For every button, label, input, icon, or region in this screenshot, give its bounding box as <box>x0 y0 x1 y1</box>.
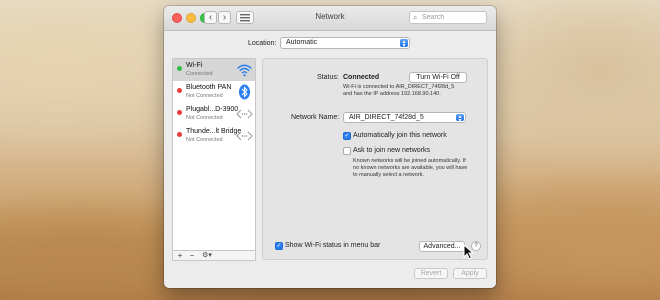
service-list: Wi-Fi Connected Bluetooth PAN Not Connec… <box>172 58 256 260</box>
service-item-plugable[interactable]: Plugabl...D-3900 Not Connected <box>173 103 255 125</box>
ethernet-arrows-icon <box>236 109 253 119</box>
add-service-button[interactable]: + <box>175 251 185 260</box>
service-status: Connected <box>186 71 213 77</box>
status-value: Connected <box>343 74 380 81</box>
status-dot <box>177 132 182 137</box>
apply-button[interactable]: Apply <box>453 268 487 279</box>
service-status: Not Connected <box>186 137 223 143</box>
ask-join-description-line-1: Known networks will be joined automatica… <box>353 158 466 164</box>
remove-service-button[interactable]: − <box>187 251 197 260</box>
service-item-wifi[interactable]: Wi-Fi Connected <box>173 59 255 81</box>
checkmark-icon: ✓ <box>344 133 350 139</box>
ask-join-label: Ask to join new networks <box>353 147 431 154</box>
title-bar: ‹ › Network ⌕ <box>164 6 496 31</box>
service-status: Not Connected <box>186 93 223 99</box>
wifi-icon <box>237 64 252 77</box>
auto-join-label: Automatically join this network <box>353 132 447 139</box>
popup-arrows-icon: ▲ ▼ <box>400 39 408 49</box>
network-preferences-window: ‹ › Network ⌕ Location: Automatic ▲▼ Wi-… <box>164 6 496 288</box>
status-dot <box>177 110 182 115</box>
show-wifi-status-checkbox[interactable]: ✓ <box>275 242 283 250</box>
bluetooth-icon <box>239 84 250 100</box>
auto-join-checkbox[interactable]: ✓ <box>343 132 351 140</box>
service-item-thunderbolt-bridge[interactable]: Thunde...lt Bridge Not Connected <box>173 125 255 147</box>
location-label: Location: <box>248 40 277 47</box>
location-select[interactable]: Automatic ▲ ▼ <box>280 37 410 49</box>
network-name-label: Network Name: <box>291 114 340 121</box>
ethernet-arrows-icon <box>236 131 253 141</box>
turn-wifi-off-button[interactable]: Turn Wi-Fi Off <box>409 72 467 83</box>
ask-join-checkbox[interactable] <box>343 147 351 155</box>
popup-arrows-icon: ▲ ▼ <box>456 114 464 124</box>
show-wifi-status-label: Show Wi-Fi status in menu bar <box>285 242 381 249</box>
ask-join-description-line-3: to manually select a network. <box>353 172 424 178</box>
search-icon: ⌕ <box>413 13 418 22</box>
status-label: Status: <box>317 74 339 81</box>
status-dot <box>177 66 182 71</box>
service-name: Bluetooth PAN <box>186 84 232 91</box>
status-description-line-2: and has the IP address 192.168.90.140. <box>343 91 441 97</box>
search-field[interactable]: ⌕ <box>409 11 487 24</box>
actions-menu-button[interactable]: ⚙▾ <box>199 251 215 260</box>
network-name-value: AIR_DIRECT_74f28d_5 <box>349 114 424 121</box>
network-name-select[interactable]: AIR_DIRECT_74f28d_5 ▲ ▼ <box>343 112 466 124</box>
ask-join-description-line-2: no known networks are available, you wil… <box>353 165 468 171</box>
mouse-pointer-icon <box>463 244 475 260</box>
service-name: Plugabl...D-3900 <box>186 106 239 113</box>
location-value: Automatic <box>286 39 318 46</box>
advanced-button[interactable]: Advanced... <box>419 241 465 252</box>
service-status: Not Connected <box>186 115 223 121</box>
revert-button[interactable]: Revert <box>414 268 448 279</box>
service-list-footer: + − ⚙▾ <box>172 250 256 261</box>
status-description-line-1: Wi-Fi is connected to AIR_DIRECT_74f28d_… <box>343 84 455 90</box>
service-name: Wi-Fi <box>186 62 203 69</box>
service-name: Thunde...lt Bridge <box>186 128 242 135</box>
service-item-bluetooth-pan[interactable]: Bluetooth PAN Not Connected <box>173 81 255 103</box>
search-input[interactable] <box>422 12 484 23</box>
status-dot <box>177 88 182 93</box>
wifi-detail-pane: Status: Connected Turn Wi-Fi Off Wi-Fi i… <box>262 58 488 260</box>
checkmark-icon: ✓ <box>276 243 282 249</box>
